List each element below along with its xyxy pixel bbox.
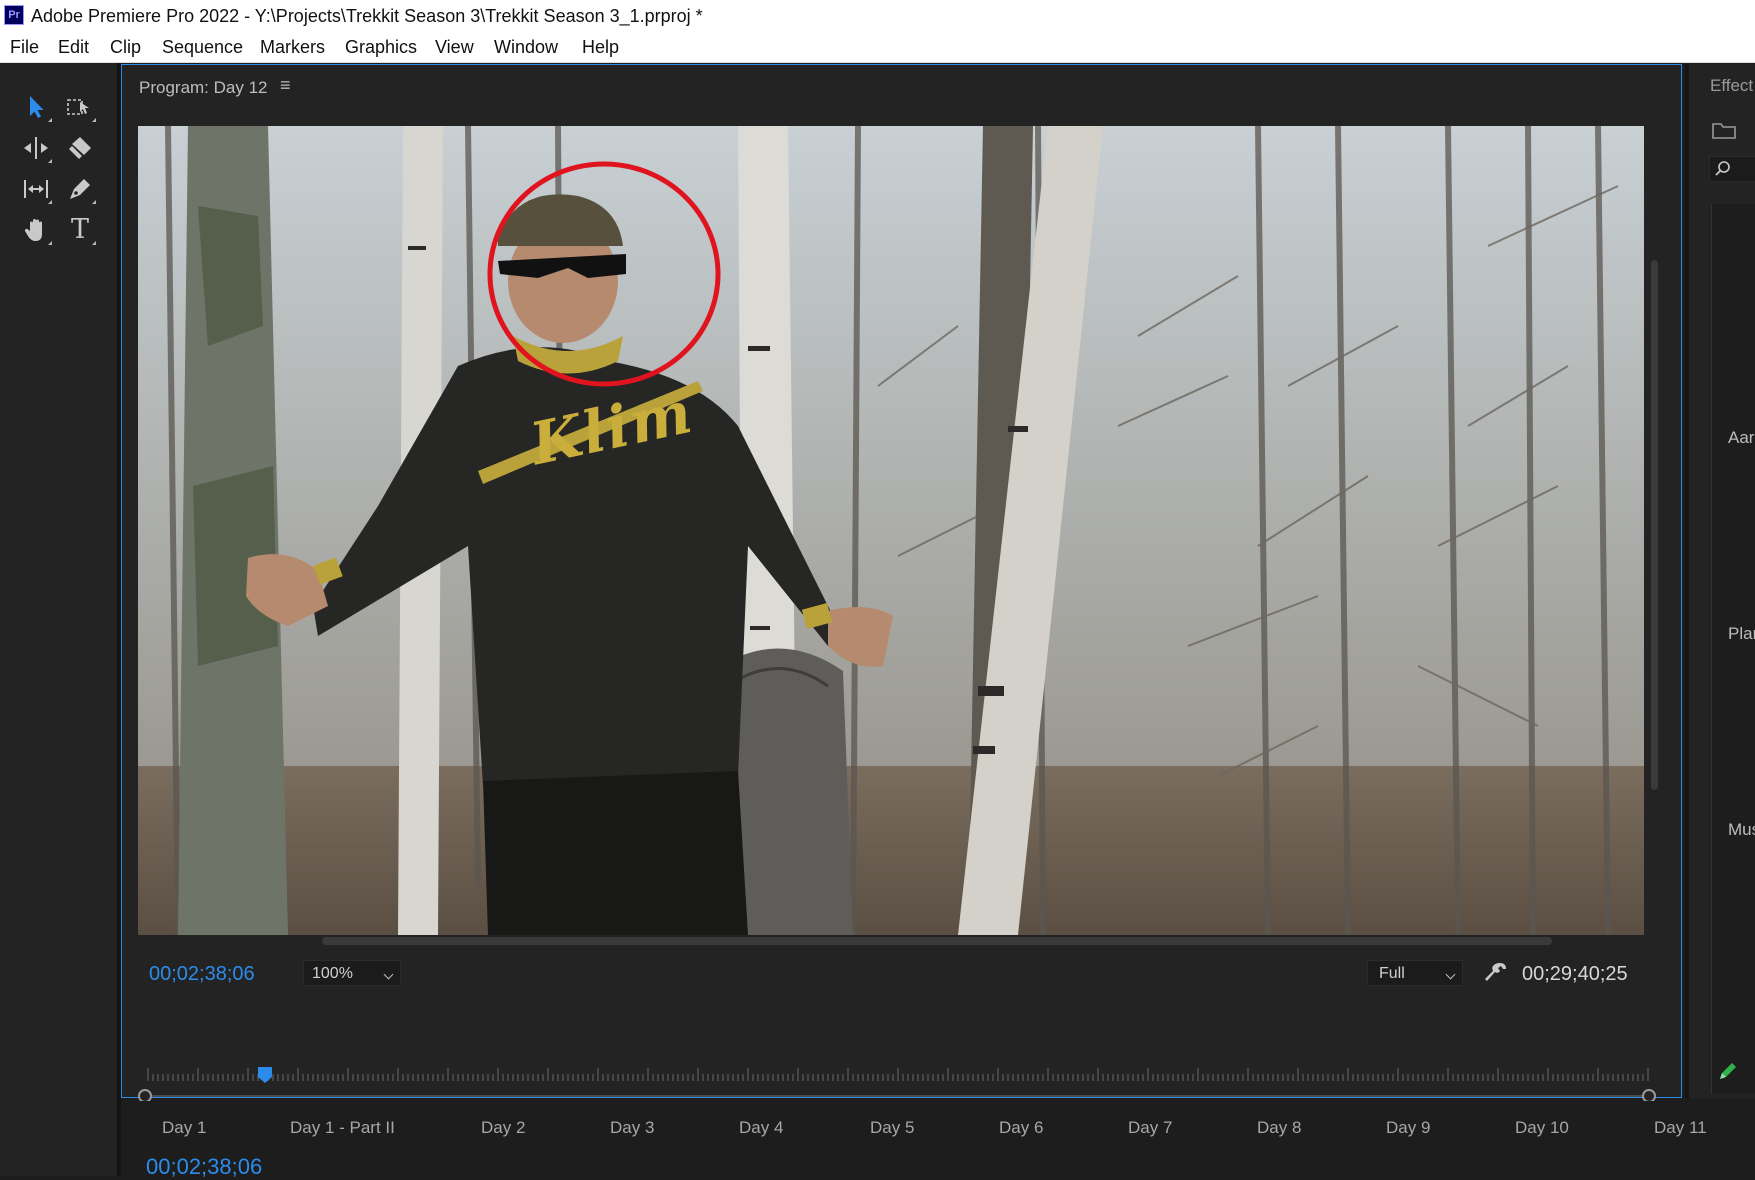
tool-group-indicator <box>92 200 96 204</box>
selection-tool[interactable] <box>20 91 52 123</box>
effects-panel-title[interactable]: Effect C <box>1710 76 1755 96</box>
title-bar: Pr Adobe Premiere Pro 2022 - Y:\Projects… <box>0 0 1755 31</box>
effects-item[interactable]: Aarc <box>1728 428 1755 448</box>
chevron-down-icon <box>1445 969 1456 980</box>
time-ruler[interactable] <box>138 1068 1658 1082</box>
playhead-timecode[interactable]: 00;02;38;06 <box>149 963 255 986</box>
menu-bar: File Edit Clip Sequence Markers Graphics… <box>0 31 1755 63</box>
type-tool[interactable]: T <box>64 214 96 246</box>
pen-icon <box>70 179 90 199</box>
premiere-app-icon: Pr <box>4 5 24 25</box>
menu-markers[interactable]: Markers <box>260 37 325 58</box>
panel-menu-icon[interactable]: ≡ <box>280 75 291 96</box>
menu-view[interactable]: View <box>435 37 474 58</box>
resolution-value: Full <box>1379 965 1405 982</box>
tool-group-indicator <box>48 241 52 245</box>
menu-clip[interactable]: Clip <box>110 37 141 58</box>
menu-edit[interactable]: Edit <box>58 37 89 58</box>
sequence-tab[interactable]: Day 7 <box>1128 1118 1172 1138</box>
slip-tool[interactable] <box>20 173 52 205</box>
video-frame[interactable]: Klim <box>138 126 1644 935</box>
razor-icon <box>69 137 91 159</box>
zoom-level-select[interactable]: 100% <box>303 960 401 986</box>
menu-graphics[interactable]: Graphics <box>345 37 417 58</box>
sequence-tab[interactable]: Day 6 <box>999 1118 1043 1138</box>
horizontal-scrollbar[interactable] <box>322 937 1552 945</box>
ripple-edit-icon <box>24 137 48 159</box>
tool-group-indicator <box>92 241 96 245</box>
effects-list: Aarc Plan Mus <box>1711 204 1755 1094</box>
sequence-tab[interactable]: Day 3 <box>610 1118 654 1138</box>
playhead-marker[interactable] <box>258 1067 272 1083</box>
annotation-circle <box>487 161 721 387</box>
effects-search-input[interactable] <box>1709 156 1755 182</box>
vertical-scrollbar[interactable] <box>1651 260 1658 790</box>
zoom-level-value: 100% <box>312 965 353 982</box>
sequence-tab[interactable]: Day 10 <box>1515 1118 1569 1138</box>
type-icon: T <box>70 214 89 245</box>
menu-sequence[interactable]: Sequence <box>162 37 243 58</box>
program-monitor-panel: Program: Day 12 ≡ Klim 00;02;38;06 100% … <box>121 64 1682 1145</box>
tool-group-indicator <box>48 118 52 122</box>
pencil-icon[interactable] <box>1717 1060 1739 1082</box>
program-monitor-title[interactable]: Program: Day 12 <box>139 78 268 98</box>
tool-group-indicator <box>48 200 52 204</box>
sequence-tab[interactable]: Day 4 <box>739 1118 783 1138</box>
sequence-tab[interactable]: Day 11 <box>1654 1118 1707 1138</box>
track-select-icon <box>67 99 89 115</box>
sequence-tab[interactable]: Day 8 <box>1257 1118 1301 1138</box>
zoom-scroll-bar[interactable] <box>148 1095 1648 1097</box>
sequence-tab[interactable]: Day 2 <box>481 1118 525 1138</box>
sequence-tab[interactable]: Day 5 <box>870 1118 914 1138</box>
timeline-timecode[interactable]: 00;02;38;06 <box>146 1154 262 1180</box>
menu-file[interactable]: File <box>10 37 39 58</box>
ripple-edit-tool[interactable] <box>20 132 52 164</box>
search-icon <box>1715 161 1730 176</box>
timeline-panel: Day 1 Day 1 - Part II Day 2 Day 3 Day 4 … <box>121 1101 1755 1179</box>
new-bin-icon[interactable] <box>1711 120 1737 140</box>
hand-tool[interactable] <box>20 214 52 246</box>
pen-tool[interactable] <box>64 173 96 205</box>
window-title: Adobe Premiere Pro 2022 - Y:\Projects\Tr… <box>31 6 703 26</box>
menu-window[interactable]: Window <box>494 37 558 58</box>
duration-timecode: 00;29;40;25 <box>1522 963 1628 985</box>
razor-tool[interactable] <box>64 132 96 164</box>
effects-item[interactable]: Plan <box>1728 624 1755 644</box>
playback-resolution-select[interactable]: Full <box>1367 960 1463 986</box>
tool-group-indicator <box>48 159 52 163</box>
hand-icon <box>24 219 42 241</box>
tools-panel: T <box>0 63 121 1176</box>
slip-icon <box>24 180 48 198</box>
sequence-tab[interactable]: Day 1 - Part II <box>290 1118 395 1138</box>
chevron-down-icon <box>383 969 394 980</box>
settings-wrench-icon[interactable] <box>1483 960 1509 986</box>
sequence-tab[interactable]: Day 1 <box>162 1118 206 1138</box>
effects-panel: Effect C Aarc Plan Mus <box>1685 64 1755 1098</box>
track-select-forward-tool[interactable] <box>64 91 96 123</box>
tool-group-indicator <box>92 118 96 122</box>
effects-item[interactable]: Mus <box>1728 820 1755 840</box>
menu-help[interactable]: Help <box>582 37 619 58</box>
arrow-icon <box>30 96 44 118</box>
sequence-tab[interactable]: Day 9 <box>1386 1118 1430 1138</box>
